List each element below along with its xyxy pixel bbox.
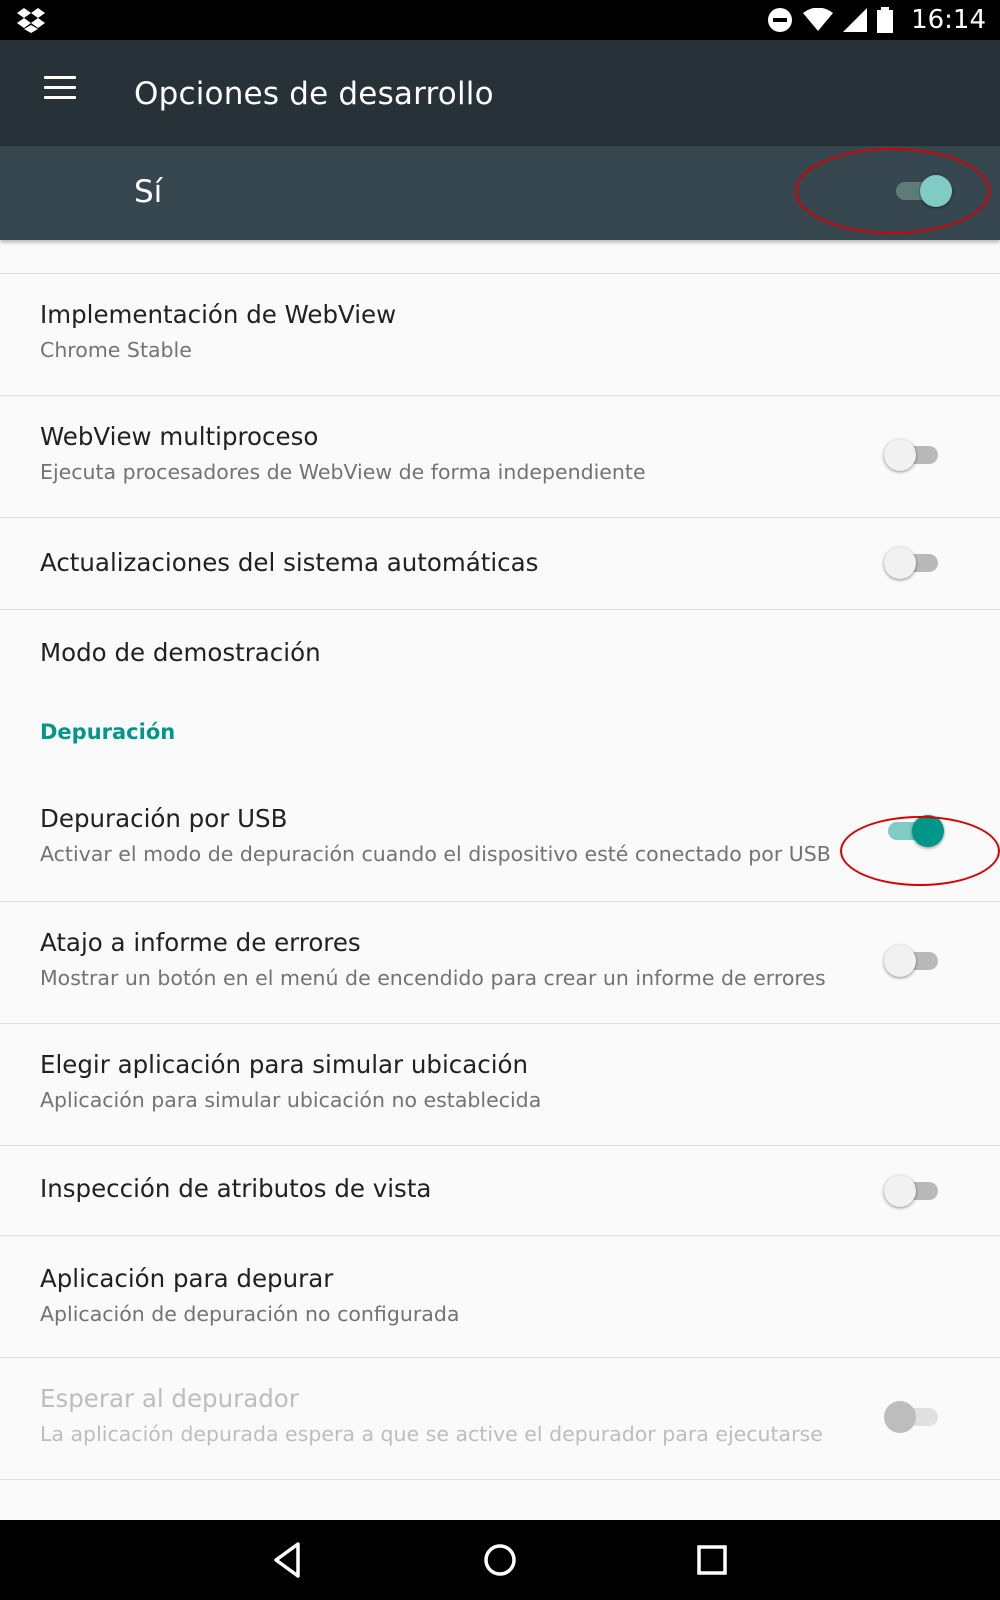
master-toggle-switch[interactable]	[892, 170, 952, 210]
setting-title: Atajo a informe de errores	[40, 928, 361, 957]
setting-title: Implementación de WebView	[40, 300, 397, 329]
setting-title: Depuración por USB	[40, 804, 288, 833]
signal-icon	[843, 8, 868, 32]
setting-title: Modo de demostración	[40, 638, 321, 667]
list-item-mock-location-app[interactable]: Elegir aplicación para simular ubicación…	[0, 1024, 1000, 1146]
list-item-webview-multiprocess[interactable]: WebView multiproceso Ejecuta procesadore…	[0, 396, 1000, 518]
list-item-demo-mode[interactable]: Modo de demostración	[0, 610, 1000, 702]
list-item-webview-implementation[interactable]: Implementación de WebView Chrome Stable	[0, 274, 1000, 396]
list-item-partial	[0, 240, 1000, 274]
list-item-bug-report-shortcut[interactable]: Atajo a informe de errores Mostrar un bo…	[0, 902, 1000, 1024]
toggle-switch[interactable]	[884, 940, 944, 980]
setting-summary: Aplicación para simular ubicación no est…	[40, 1088, 542, 1112]
setting-summary: La aplicación depurada espera a que se a…	[40, 1422, 823, 1446]
setting-title: Esperar al depurador	[40, 1384, 299, 1413]
setting-summary: Ejecuta procesadores de WebView de forma…	[40, 460, 646, 484]
setting-title: Inspección de atributos de vista	[40, 1174, 432, 1203]
setting-title: Actualizaciones del sistema automáticas	[40, 548, 539, 577]
master-switch-bar[interactable]: Sí	[0, 146, 1000, 240]
toggle-switch[interactable]	[884, 434, 944, 474]
dropbox-icon	[17, 8, 45, 33]
back-icon[interactable]	[266, 1538, 310, 1582]
setting-summary: Chrome Stable	[40, 338, 192, 362]
wifi-icon	[803, 8, 834, 31]
setting-title: WebView multiproceso	[40, 422, 319, 451]
setting-title: Aplicación para depurar	[40, 1264, 334, 1293]
toggle-switch[interactable]	[884, 542, 944, 582]
hamburger-menu-icon[interactable]	[44, 76, 76, 102]
recents-icon[interactable]	[690, 1538, 734, 1582]
toggle-switch[interactable]	[884, 1170, 944, 1210]
do-not-disturb-icon	[768, 8, 793, 32]
usb-debugging-toggle-switch[interactable]	[884, 810, 944, 850]
setting-summary: Mostrar un botón en el menú de encendido…	[40, 966, 826, 990]
status-bar: 16:14	[0, 0, 1000, 40]
navigation-bar	[0, 1520, 1000, 1600]
list-item-debug-app[interactable]: Aplicación para depurar Aplicación de de…	[0, 1236, 1000, 1358]
home-icon[interactable]	[478, 1538, 522, 1582]
list-item-view-attribute-inspection[interactable]: Inspección de atributos de vista	[0, 1146, 1000, 1236]
app-bar: Opciones de desarrollo	[0, 40, 1000, 146]
setting-summary: Aplicación de depuración no configurada	[40, 1302, 460, 1326]
status-time: 16:14	[911, 5, 986, 35]
toggle-switch	[884, 1396, 944, 1436]
list-item-auto-system-updates[interactable]: Actualizaciones del sistema automáticas	[0, 518, 1000, 610]
battery-icon	[877, 7, 894, 33]
master-switch-label: Sí	[134, 174, 163, 210]
page-title: Opciones de desarrollo	[134, 76, 494, 112]
setting-title: Elegir aplicación para simular ubicación	[40, 1050, 529, 1079]
list-item-usb-debugging[interactable]: Depuración por USB Activar el modo de de…	[0, 780, 1000, 902]
list-item-wait-for-debugger: Esperar al depurador La aplicación depur…	[0, 1358, 1000, 1480]
setting-summary: Activar el modo de depuración cuando el …	[40, 842, 831, 866]
section-header-debugging: Depuración	[40, 720, 176, 744]
